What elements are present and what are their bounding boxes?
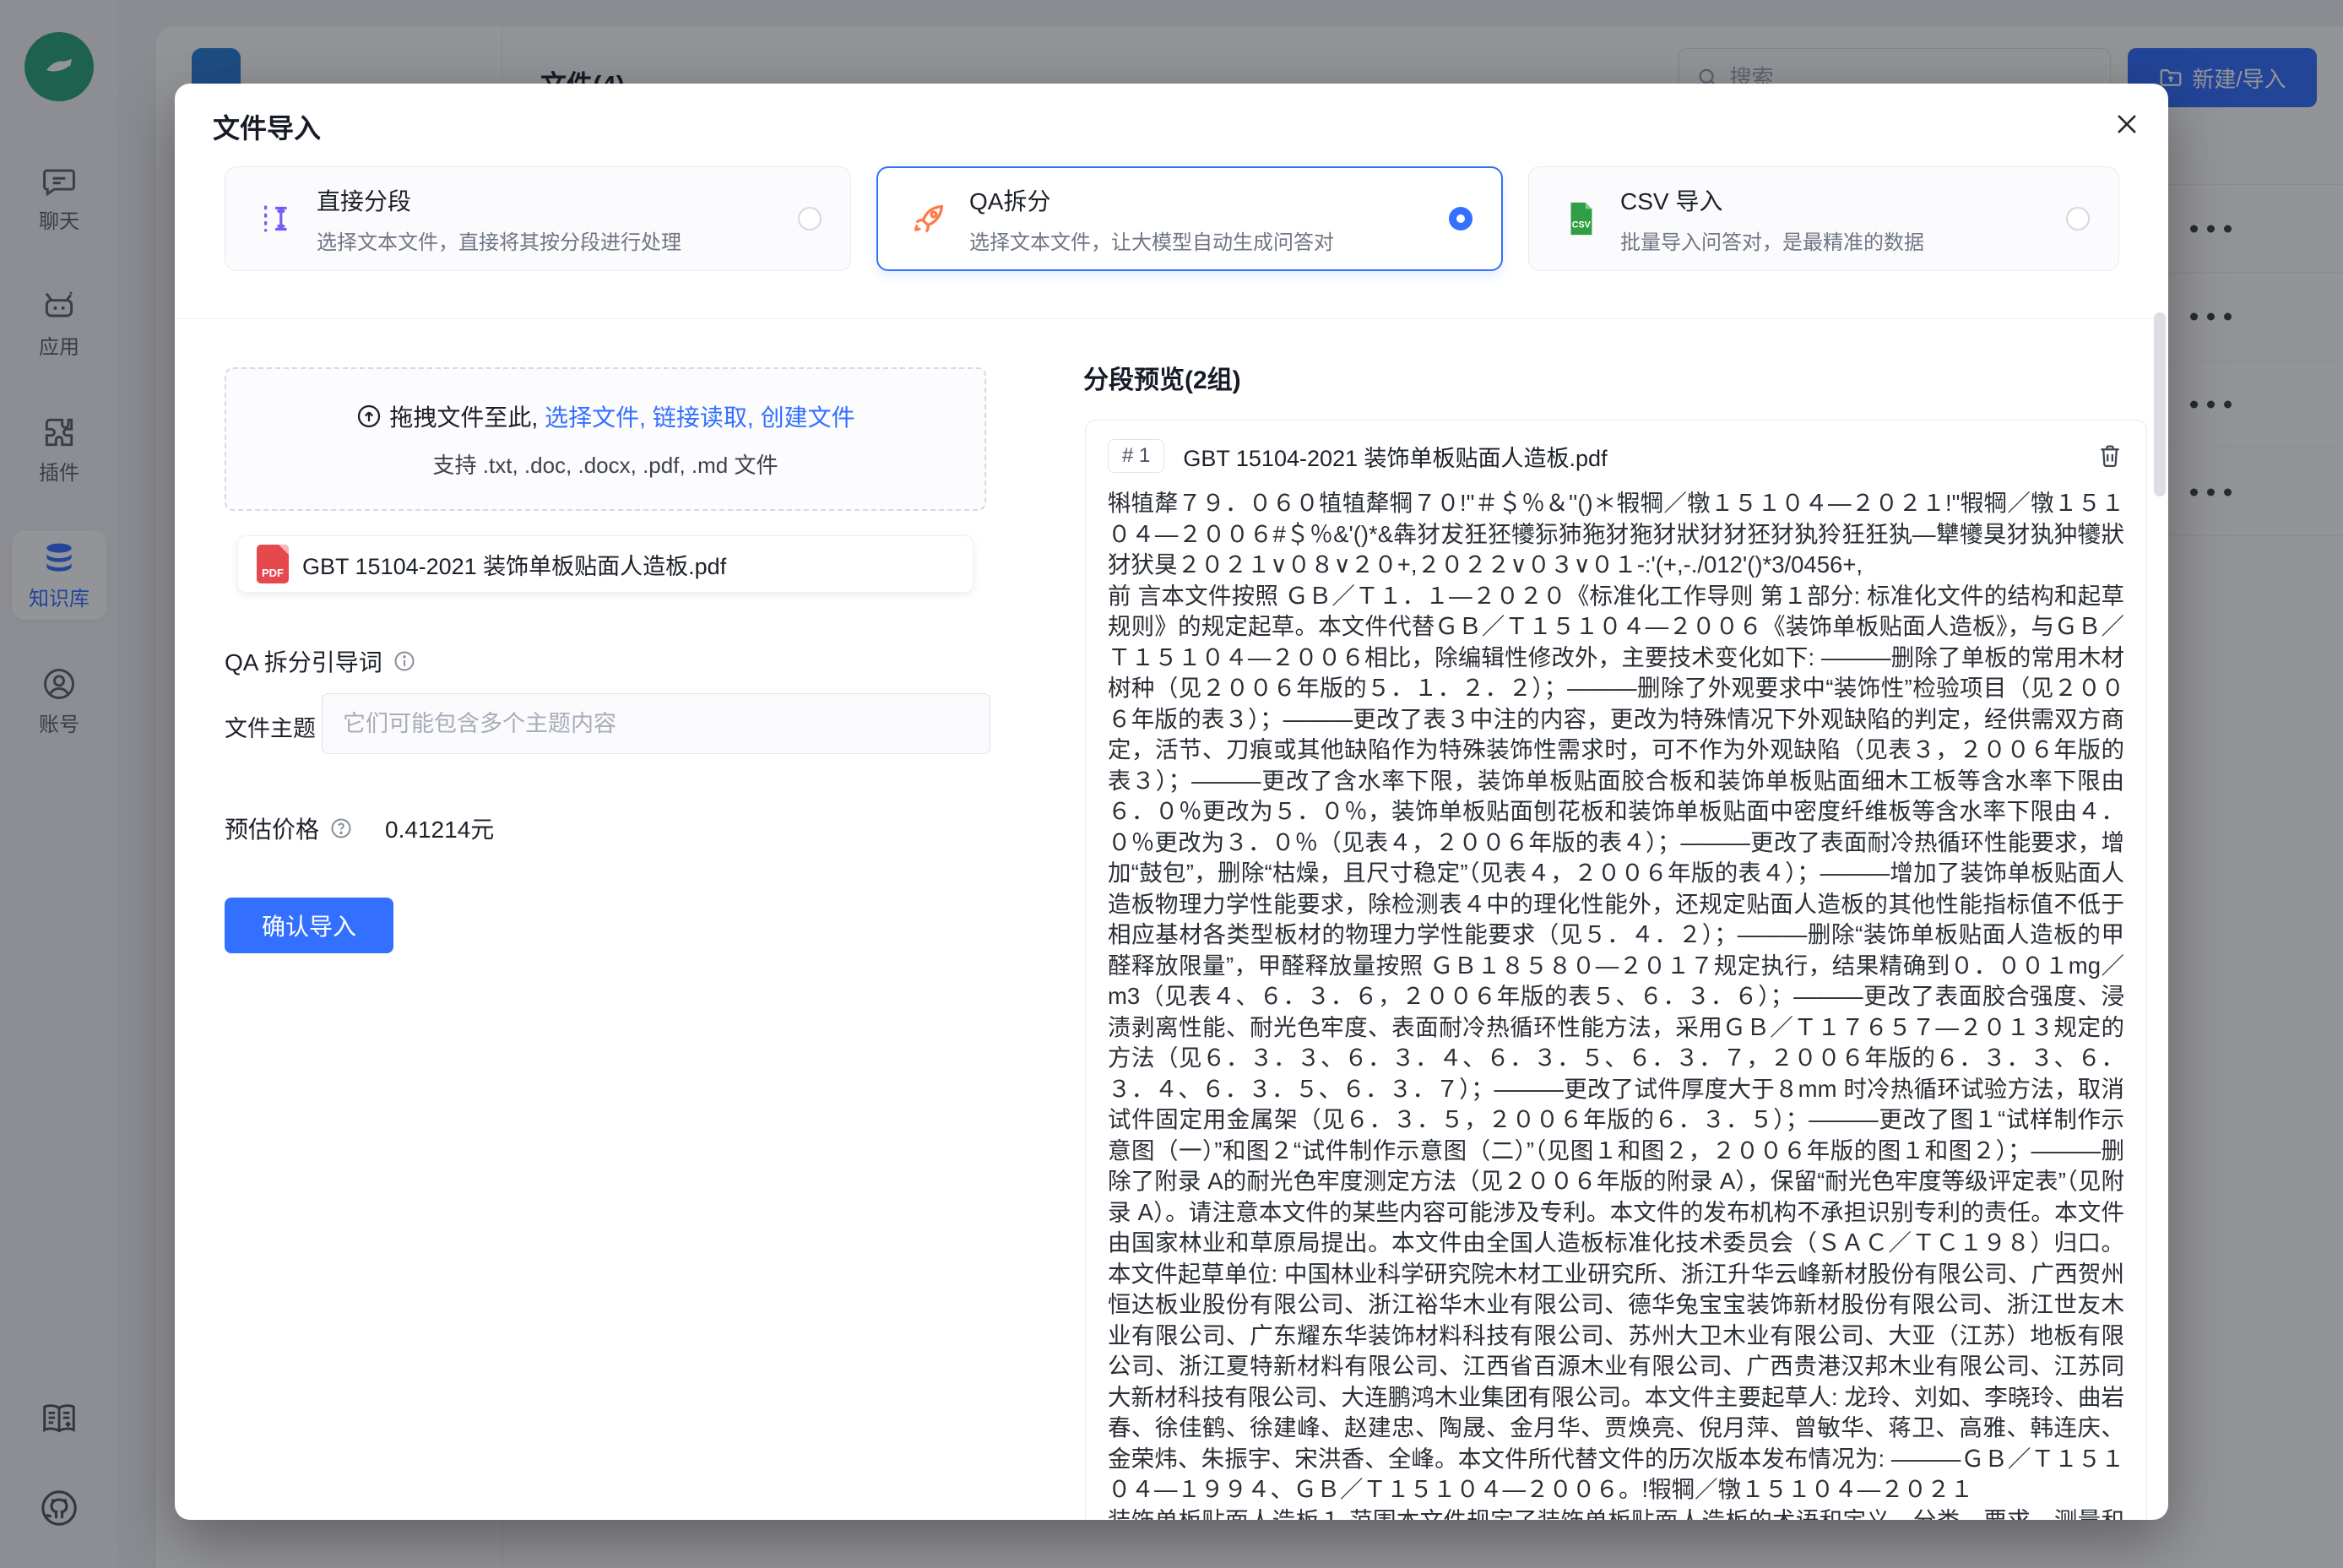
mode-desc: 批量导入问答对，是最精准的数据 — [1620, 225, 2066, 255]
mode-title: CSV 导入 — [1620, 183, 2066, 217]
mode-desc: 选择文本文件，让大模型自动生成问答对 — [969, 225, 1449, 255]
price-label: 预估价格 — [225, 811, 319, 845]
file-dropzone[interactable]: 拖拽文件至此, 选择文件, 链接读取, 创建文件 支持 .txt, .doc, … — [225, 367, 986, 511]
modal-scrollbar-thumb[interactable] — [2154, 312, 2166, 496]
mode-radio-selected[interactable] — [1449, 207, 1473, 231]
uploaded-file-name: GBT 15104-2021 装饰单板贴面人造板.pdf — [302, 548, 726, 581]
close-icon[interactable] — [2107, 104, 2147, 144]
modal-title: 文件导入 — [213, 107, 321, 146]
mode-title: 直接分段 — [317, 183, 798, 217]
preview-chunk-card: # 1 GBT 15104-2021 装饰单板贴面人造板.pdf 犐犆犛７９．０… — [1085, 420, 2147, 1520]
upload-icon — [355, 403, 382, 430]
link-read-link[interactable]: 链接读取, — [653, 399, 754, 433]
topic-label: 文件主题 — [225, 710, 316, 743]
supported-formats-text: 支持 .txt, .doc, .docx, .pdf, .md 文件 — [433, 448, 778, 480]
mode-radio-unselected[interactable] — [2066, 207, 2090, 231]
price-value: 0.41214元 — [385, 811, 494, 845]
topic-input[interactable] — [322, 693, 990, 754]
file-import-modal: 文件导入 直接分段 选择文本文件，直接将其按分段进行处理 QA拆分 选择文本文件… — [175, 84, 2168, 1520]
trash-icon[interactable] — [2096, 442, 2124, 470]
chunk-text[interactable]: 犐犆犛７９．０６０犆犆犛犅７０!"＃＄％＆''()＊犌犅／犜１５１０４—２０２１… — [1108, 488, 2124, 1520]
uploaded-file-item[interactable]: PDF GBT 15104-2021 装饰单板贴面人造板.pdf — [237, 535, 974, 593]
mode-card-direct-split[interactable]: 直接分段 选择文本文件，直接将其按分段进行处理 — [225, 166, 851, 271]
qa-prompt-row: QA 拆分引导词 — [225, 644, 416, 678]
preview-chunk-header: # 1 GBT 15104-2021 装饰单板贴面人造板.pdf — [1108, 436, 2124, 476]
mode-card-csv-import[interactable]: CSV CSV 导入 批量导入问答对，是最精准的数据 — [1528, 166, 2119, 271]
mode-desc: 选择文本文件，直接将其按分段进行处理 — [317, 225, 798, 255]
svg-text:CSV: CSV — [1572, 220, 1592, 231]
pdf-file-icon: PDF — [257, 545, 289, 583]
screen: 聊天 应用 插件 知识库 账号 — [0, 0, 2343, 1568]
mode-title: QA拆分 — [969, 183, 1449, 217]
mode-card-qa-split[interactable]: QA拆分 选择文本文件，让大模型自动生成问答对 — [876, 166, 1503, 271]
chunk-index-badge: # 1 — [1108, 439, 1164, 473]
mode-radio-unselected[interactable] — [798, 207, 822, 231]
select-file-link[interactable]: 选择文件, — [545, 399, 646, 433]
modal-divider — [175, 318, 2168, 319]
question-icon[interactable] — [329, 817, 353, 840]
chunk-file-name: GBT 15104-2021 装饰单板贴面人造板.pdf — [1183, 440, 2077, 473]
split-lines-icon — [256, 198, 298, 240]
csv-file-icon: CSV — [1559, 198, 1602, 240]
qa-prompt-label: QA 拆分引导词 — [225, 644, 382, 678]
rocket-icon — [908, 198, 951, 240]
preview-title: 分段预览(2组) — [1083, 359, 1241, 396]
info-icon[interactable] — [393, 649, 416, 673]
confirm-import-button[interactable]: 确认导入 — [225, 898, 393, 953]
create-file-link[interactable]: 创建文件 — [761, 399, 855, 433]
dropzone-text: 拖拽文件至此, — [389, 399, 538, 433]
price-row: 预估价格 0.41214元 — [225, 811, 494, 845]
